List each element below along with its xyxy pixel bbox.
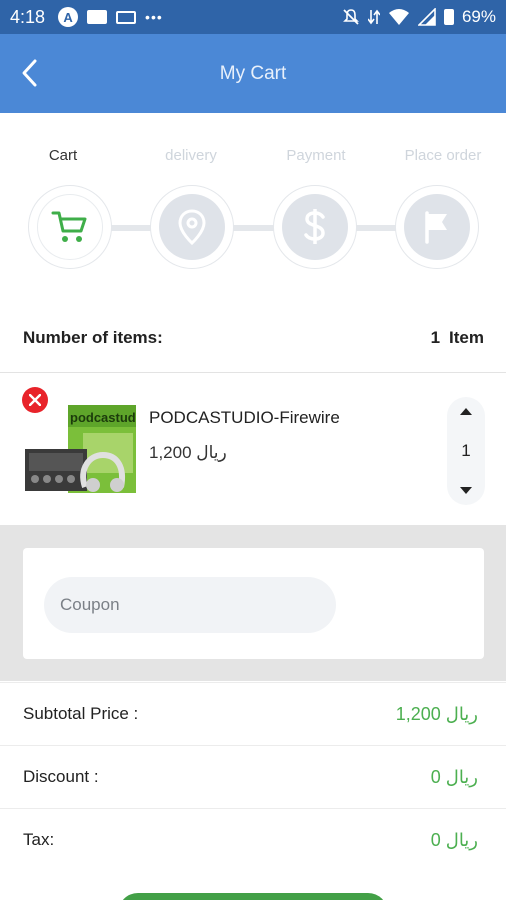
battery-icon (443, 9, 454, 25)
discount-row: Discount : ريال 0 (0, 745, 506, 808)
tax-label: Tax: (23, 830, 55, 849)
checkout-button[interactable] (118, 893, 388, 900)
page-title: My Cart (219, 62, 287, 84)
svg-text:podcastudi: podcastudi (70, 410, 136, 425)
data-arrows-icon (367, 9, 380, 25)
a-circle-icon: A (58, 7, 79, 27)
subtotal-label: Subtotal Price : (23, 704, 139, 723)
more-dots-icon: ••• (145, 9, 163, 25)
card-icon (87, 10, 108, 24)
subtotal-value: ريال 1,200 (395, 703, 478, 724)
step-cart[interactable] (28, 185, 112, 269)
items-unit: Item (449, 328, 484, 347)
subtotal-row: Subtotal Price : ريال 1,200 (0, 682, 506, 745)
battery-percent: 69% (461, 7, 496, 26)
location-pin-icon (178, 209, 206, 245)
product-image: podcastudi (23, 403, 136, 497)
laptop-icon (116, 10, 137, 24)
step-delivery[interactable] (150, 185, 234, 269)
close-icon (29, 394, 41, 406)
tax-value: ريال 0 (430, 829, 478, 850)
increase-quantity-button[interactable] (459, 407, 473, 416)
app-bar: My Cart (0, 34, 506, 113)
mute-icon (343, 9, 359, 25)
coupon-input[interactable] (44, 577, 336, 633)
status-time: 4:18 (10, 6, 46, 27)
status-bar: 4:18 A ••• 69% (0, 0, 506, 34)
step-label-cart: Cart (48, 147, 78, 164)
remove-item-button[interactable] (22, 387, 48, 413)
chevron-left-icon (22, 59, 37, 87)
discount-value: ريال 0 (430, 766, 478, 787)
step-label-delivery: delivery (165, 147, 217, 164)
product-price: ريال 1,200 (149, 443, 227, 462)
quantity-value: 1 (461, 441, 471, 460)
items-count-row: Number of items: 1 Item (0, 318, 506, 358)
cart-icon (51, 211, 87, 242)
items-count: 1 (430, 328, 441, 347)
quantity-stepper: 1 (447, 397, 485, 505)
checkout-steps: Cart delivery Payment Place order (0, 113, 506, 283)
dollar-icon (304, 209, 325, 244)
back-button[interactable] (12, 56, 46, 90)
decrease-quantity-button[interactable] (459, 486, 473, 495)
wifi-icon (388, 9, 409, 25)
step-label-payment: Payment (286, 147, 346, 164)
tax-row: Tax: ريال 0 (0, 808, 506, 871)
product-name: PODCASTUDIO-Firewire (149, 408, 340, 427)
cart-item: podcastudi PODCASTUDIO-Firewire ريال 1,2… (0, 373, 506, 525)
flag-icon (425, 211, 447, 244)
step-place-order[interactable] (395, 185, 479, 269)
step-payment[interactable] (273, 185, 357, 269)
discount-label: Discount : (23, 767, 99, 786)
items-label: Number of items: (23, 328, 163, 347)
step-label-place-order: Place order (404, 147, 482, 164)
signal-icon (417, 8, 436, 26)
